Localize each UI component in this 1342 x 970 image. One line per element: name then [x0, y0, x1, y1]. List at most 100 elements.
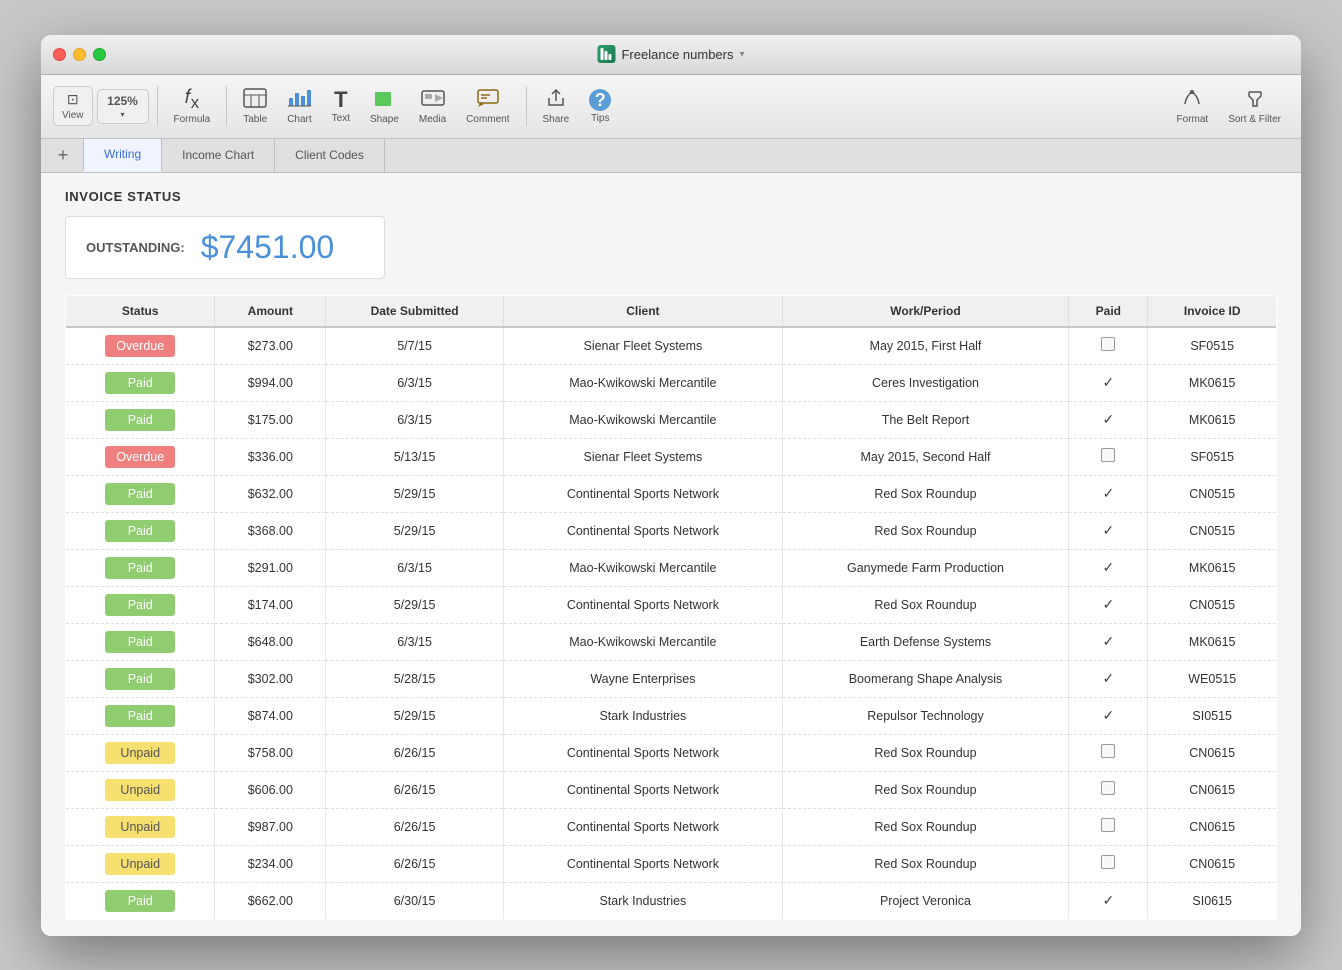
status-badge: Overdue [105, 446, 175, 468]
tab-income-chart[interactable]: Income Chart [161, 139, 275, 172]
work-cell: May 2015, First Half [782, 327, 1068, 365]
date-cell: 5/29/15 [326, 475, 504, 512]
date-cell: 6/3/15 [326, 364, 504, 401]
paid-cell[interactable]: ✓ [1069, 475, 1148, 512]
paid-cell[interactable] [1069, 808, 1148, 845]
media-label: Media [419, 114, 446, 125]
client-cell: Continental Sports Network [504, 512, 783, 549]
date-cell: 6/30/15 [326, 882, 504, 919]
client-cell: Mao-Kwikowski Mercantile [504, 549, 783, 586]
add-tab-button[interactable]: + [49, 139, 77, 172]
fullscreen-button[interactable] [93, 48, 106, 61]
outstanding-box: OUTSTANDING: $7451.00 [65, 216, 385, 279]
comment-icon [476, 88, 500, 112]
client-cell: Stark Industries [504, 882, 783, 919]
paid-cell[interactable] [1069, 845, 1148, 882]
invoice-id-cell: MK0615 [1148, 364, 1277, 401]
status-badge: Paid [105, 594, 175, 616]
sort-filter-button[interactable]: Sort & Filter [1220, 84, 1289, 129]
date-cell: 6/26/15 [326, 734, 504, 771]
content-area: INVOICE STATUS OUTSTANDING: $7451.00 Sta… [41, 173, 1301, 936]
col-header-paid: Paid [1069, 295, 1148, 327]
shape-button[interactable]: Shape [362, 84, 407, 129]
paid-cell[interactable]: ✓ [1069, 623, 1148, 660]
formula-button[interactable]: 𝑓x Formula [166, 83, 219, 129]
paid-cell[interactable] [1069, 734, 1148, 771]
tips-label: Tips [591, 113, 610, 124]
checkbox-empty[interactable] [1101, 744, 1115, 758]
paid-cell[interactable] [1069, 771, 1148, 808]
title-bar: Freelance numbers ▾ [41, 35, 1301, 75]
checkbox-empty[interactable] [1101, 855, 1115, 869]
table-row: Paid$368.005/29/15Continental Sports Net… [66, 512, 1277, 549]
paid-cell[interactable]: ✓ [1069, 586, 1148, 623]
invoice-id-cell: MK0615 [1148, 549, 1277, 586]
text-button[interactable]: T Text [324, 85, 358, 128]
view-label: View [62, 110, 84, 121]
paid-cell[interactable]: ✓ [1069, 401, 1148, 438]
paid-cell[interactable] [1069, 438, 1148, 475]
shape-label: Shape [370, 114, 399, 125]
table-button[interactable]: Table [235, 84, 275, 129]
checkbox-empty[interactable] [1101, 448, 1115, 462]
work-cell: Earth Defense Systems [782, 623, 1068, 660]
date-cell: 5/29/15 [326, 512, 504, 549]
paid-cell[interactable]: ✓ [1069, 697, 1148, 734]
work-cell: The Belt Report [782, 401, 1068, 438]
invoice-id-cell: CN0515 [1148, 475, 1277, 512]
date-cell: 5/13/15 [326, 438, 504, 475]
media-button[interactable]: Media [411, 84, 454, 129]
paid-cell[interactable]: ✓ [1069, 549, 1148, 586]
invoice-id-cell: WE0515 [1148, 660, 1277, 697]
status-cell: Paid [66, 364, 215, 401]
view-button[interactable]: ⊡ View [53, 86, 93, 126]
check-icon: ✓ [1102, 374, 1114, 390]
amount-cell: $994.00 [215, 364, 326, 401]
tips-button[interactable]: ? Tips [581, 85, 619, 128]
status-badge: Paid [105, 631, 175, 653]
amount-cell: $987.00 [215, 808, 326, 845]
check-icon: ✓ [1102, 559, 1114, 575]
work-cell: Red Sox Roundup [782, 475, 1068, 512]
comment-button[interactable]: Comment [458, 84, 517, 129]
checkbox-empty[interactable] [1101, 337, 1115, 351]
paid-cell[interactable] [1069, 327, 1148, 365]
status-cell: Overdue [66, 438, 215, 475]
date-cell: 5/29/15 [326, 697, 504, 734]
paid-cell[interactable]: ✓ [1069, 364, 1148, 401]
window-title-area: Freelance numbers ▾ [597, 45, 744, 63]
work-cell: Red Sox Roundup [782, 734, 1068, 771]
work-cell: Project Veronica [782, 882, 1068, 919]
status-badge: Paid [105, 668, 175, 690]
section-title: INVOICE STATUS [65, 189, 1277, 204]
client-cell: Continental Sports Network [504, 586, 783, 623]
zoom-button[interactable]: 125% ▾ [97, 89, 149, 124]
dropdown-icon[interactable]: ▾ [739, 49, 744, 60]
checkbox-empty[interactable] [1101, 781, 1115, 795]
paid-cell[interactable]: ✓ [1069, 512, 1148, 549]
format-button[interactable]: Format [1169, 84, 1217, 129]
status-cell: Unpaid [66, 845, 215, 882]
amount-cell: $336.00 [215, 438, 326, 475]
date-cell: 6/26/15 [326, 771, 504, 808]
chart-label: Chart [287, 114, 311, 125]
tab-client-codes[interactable]: Client Codes [274, 139, 385, 172]
invoice-id-cell: SI0515 [1148, 697, 1277, 734]
share-button[interactable]: Share [535, 84, 578, 129]
view-icon: ⊡ [67, 91, 79, 108]
col-header-invoice-id: Invoice ID [1148, 295, 1277, 327]
checkbox-empty[interactable] [1101, 818, 1115, 832]
paid-cell[interactable]: ✓ [1069, 660, 1148, 697]
chart-button[interactable]: Chart [279, 84, 319, 129]
traffic-lights [53, 48, 106, 61]
format-label: Format [1177, 114, 1209, 125]
tab-writing[interactable]: Writing [83, 139, 162, 172]
work-cell: Boomerang Shape Analysis [782, 660, 1068, 697]
invoice-id-cell: CN0515 [1148, 586, 1277, 623]
formula-label: Formula [174, 114, 211, 125]
paid-cell[interactable]: ✓ [1069, 882, 1148, 919]
invoice-id-cell: CN0615 [1148, 734, 1277, 771]
separator-1 [157, 86, 158, 126]
minimize-button[interactable] [73, 48, 86, 61]
close-button[interactable] [53, 48, 66, 61]
